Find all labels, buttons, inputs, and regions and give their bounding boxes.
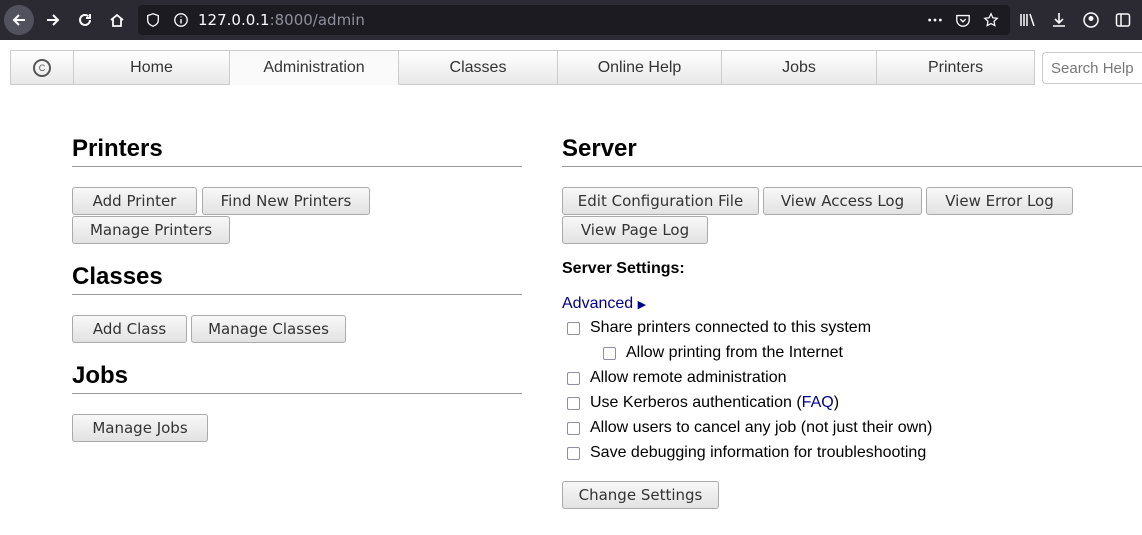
server-divider (562, 166, 1142, 167)
remote-admin-row: Allow remote administration (567, 369, 787, 387)
account-icon[interactable] (1078, 5, 1104, 35)
browser-toolbar: 127.0.0.1:8000/admin (0, 0, 1142, 40)
cups-logo-tab[interactable]: C (10, 50, 74, 85)
classes-heading: Classes (72, 263, 163, 290)
classes-divider (72, 294, 522, 295)
manage-printers-button[interactable]: Manage Printers (72, 216, 230, 244)
bookmark-star-icon[interactable] (982, 11, 1000, 29)
edit-config-button[interactable]: Edit Configuration File (562, 187, 759, 215)
add-class-button[interactable]: Add Class (72, 315, 187, 343)
kerberos-label[interactable]: Use Kerberos authentication ( (590, 394, 802, 412)
remote-admin-checkbox[interactable] (567, 371, 580, 385)
library-icon[interactable] (1014, 5, 1040, 35)
allow-internet-label[interactable]: Allow printing from the Internet (626, 344, 843, 362)
allow-internet-row: Allow printing from the Internet (603, 344, 843, 362)
tab-home[interactable]: Home (74, 50, 230, 85)
triangle-right-icon: ▶ (637, 299, 647, 311)
find-new-printers-button[interactable]: Find New Printers (202, 187, 370, 215)
back-button[interactable] (4, 5, 34, 35)
manage-classes-button[interactable]: Manage Classes (191, 315, 346, 343)
arrow-left-icon (12, 14, 25, 26)
debug-info-row: Save debugging information for troublesh… (567, 444, 926, 462)
server-heading: Server (562, 135, 637, 162)
pocket-icon[interactable] (954, 11, 972, 29)
cancel-any-job-checkbox[interactable] (567, 421, 580, 435)
server-settings-label: Server Settings: (562, 260, 685, 277)
tab-administration[interactable]: Administration (230, 50, 399, 85)
remote-admin-label[interactable]: Allow remote administration (590, 369, 787, 387)
jobs-divider (72, 393, 522, 394)
debug-info-label[interactable]: Save debugging information for troublesh… (590, 444, 926, 462)
url-host: 127.0.0.1 (198, 11, 270, 29)
printers-divider (72, 166, 522, 167)
home-button[interactable] (102, 5, 132, 35)
search-help-input[interactable] (1042, 52, 1142, 84)
reload-button[interactable] (70, 5, 100, 35)
home-icon (110, 13, 124, 27)
cups-logo-icon: C (33, 58, 51, 77)
share-printers-row: Share printers connected to this system (567, 319, 871, 337)
cups-nav: C Home Administration Classes Online Hel… (10, 50, 1142, 86)
tab-jobs[interactable]: Jobs (722, 50, 877, 85)
page-info-icon[interactable] (172, 11, 190, 29)
jobs-heading: Jobs (72, 362, 129, 389)
debug-info-checkbox[interactable] (567, 446, 580, 460)
advanced-link[interactable]: Advanced (562, 295, 633, 312)
share-printers-label[interactable]: Share printers connected to this system (590, 319, 871, 337)
url-bar[interactable]: 127.0.0.1:8000/admin (138, 5, 1010, 35)
printers-heading: Printers (72, 135, 163, 162)
add-printer-button[interactable]: Add Printer (72, 187, 197, 215)
shield-icon[interactable] (144, 11, 162, 29)
view-error-log-button[interactable]: View Error Log (926, 187, 1073, 215)
advanced-toggle[interactable]: Advanced ▶ (562, 295, 646, 313)
kerberos-row: Use Kerberos authentication (FAQ) (567, 394, 839, 412)
reload-icon (79, 13, 91, 26)
kerberos-checkbox[interactable] (567, 396, 580, 410)
url-text[interactable]: 127.0.0.1:8000/admin (198, 11, 365, 29)
arrow-right-icon (47, 14, 60, 26)
cancel-any-job-row: Allow users to cancel any job (not just … (567, 419, 932, 437)
tab-online-help[interactable]: Online Help (558, 50, 722, 85)
faq-link[interactable]: FAQ (802, 394, 834, 412)
view-access-log-button[interactable]: View Access Log (763, 187, 922, 215)
share-printers-checkbox[interactable] (567, 321, 580, 335)
tab-printers[interactable]: Printers (877, 50, 1035, 85)
view-page-log-button[interactable]: View Page Log (562, 216, 708, 244)
cancel-any-job-label[interactable]: Allow users to cancel any job (not just … (590, 419, 932, 437)
url-path: :8000/admin (269, 11, 365, 29)
tab-classes[interactable]: Classes (399, 50, 558, 85)
more-actions-icon[interactable] (926, 11, 944, 29)
manage-jobs-button[interactable]: Manage Jobs (72, 414, 208, 442)
kerberos-label-close: ) (833, 394, 840, 411)
forward-button[interactable] (38, 5, 68, 35)
download-icon[interactable] (1046, 5, 1072, 35)
change-settings-button[interactable]: Change Settings (562, 481, 719, 509)
sidebar-icon[interactable] (1110, 5, 1136, 35)
allow-internet-checkbox[interactable] (603, 346, 616, 360)
